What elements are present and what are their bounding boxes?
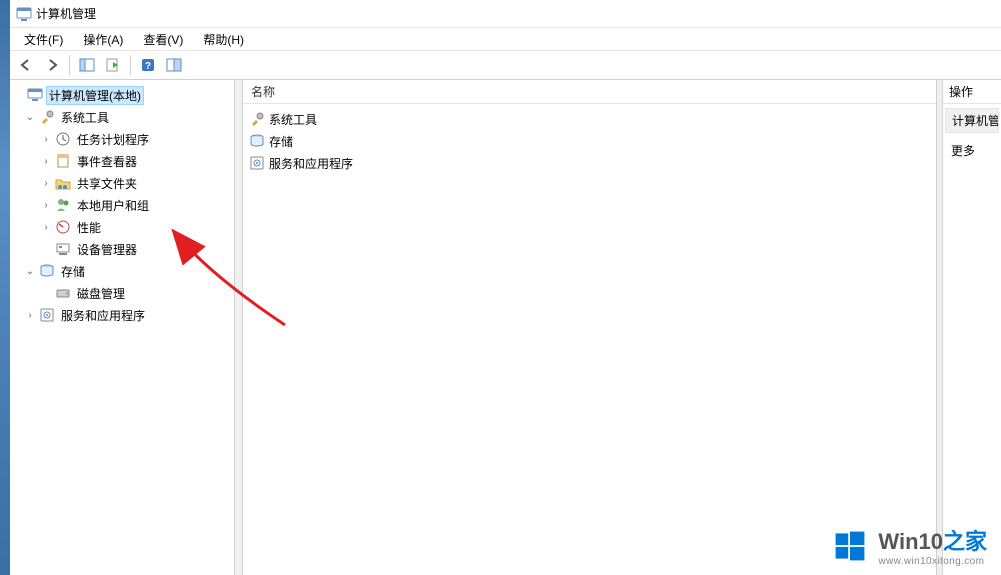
tree-event-viewer[interactable]: › 事件查看器 bbox=[10, 150, 234, 172]
window-title: 计算机管理 bbox=[36, 5, 96, 22]
menubar: 文件(F) 操作(A) 查看(V) 帮助(H) bbox=[10, 28, 1001, 50]
expander-closed-icon[interactable]: › bbox=[40, 200, 52, 211]
tree-shared-folders[interactable]: › 共享文件夹 bbox=[10, 172, 234, 194]
desktop-edge bbox=[0, 0, 10, 575]
expander-closed-icon[interactable]: › bbox=[24, 310, 36, 321]
show-hide-tree-button[interactable] bbox=[75, 53, 99, 77]
expander-closed-icon[interactable]: › bbox=[40, 134, 52, 145]
tools-icon bbox=[39, 109, 55, 125]
toolbar-separator bbox=[130, 55, 131, 75]
watermark: Win10之家 www.win10xitong.com bbox=[832, 524, 987, 567]
tree-label: 性能 bbox=[74, 218, 104, 237]
clock-icon bbox=[55, 131, 71, 147]
expander-closed-icon[interactable]: › bbox=[40, 222, 52, 233]
menu-help[interactable]: 帮助(H) bbox=[193, 29, 254, 50]
tree-label: 任务计划程序 bbox=[74, 130, 152, 149]
storage-icon bbox=[39, 263, 55, 279]
disk-icon bbox=[55, 285, 71, 301]
watermark-brand: Win10 bbox=[878, 529, 943, 554]
tree-label: 系统工具 bbox=[58, 108, 112, 127]
tree-disk-management[interactable]: 磁盘管理 bbox=[10, 282, 234, 304]
splitter[interactable] bbox=[235, 80, 243, 575]
services-icon bbox=[249, 155, 265, 171]
performance-icon bbox=[55, 219, 71, 235]
list-item-label: 系统工具 bbox=[269, 111, 317, 128]
list-item-label: 服务和应用程序 bbox=[269, 155, 353, 172]
list-column-name[interactable]: 名称 bbox=[243, 80, 936, 104]
toolbar: ? bbox=[10, 50, 1001, 80]
content-area: 计算机管理(本地) ⌄ 系统工具 › 任务计划程序 › bbox=[10, 80, 1001, 575]
toolbar-separator bbox=[69, 55, 70, 75]
expander-open-icon[interactable]: ⌄ bbox=[24, 112, 36, 123]
tree-pane[interactable]: 计算机管理(本地) ⌄ 系统工具 › 任务计划程序 › bbox=[10, 80, 235, 575]
tree-label: 本地用户和组 bbox=[74, 196, 152, 215]
back-button[interactable] bbox=[14, 53, 38, 77]
tree-performance[interactable]: › 性能 bbox=[10, 216, 234, 238]
menu-action[interactable]: 操作(A) bbox=[73, 29, 133, 50]
device-icon bbox=[55, 241, 71, 257]
export-button[interactable] bbox=[101, 53, 125, 77]
list-item[interactable]: 存储 bbox=[245, 130, 934, 152]
tree-label: 共享文件夹 bbox=[74, 174, 140, 193]
computer-management-window: 计算机管理 文件(F) 操作(A) 查看(V) 帮助(H) ? bbox=[10, 0, 1001, 575]
menu-file[interactable]: 文件(F) bbox=[14, 29, 73, 50]
expander-closed-icon[interactable]: › bbox=[40, 156, 52, 167]
app-icon bbox=[16, 6, 32, 22]
help-button[interactable]: ? bbox=[136, 53, 160, 77]
tree-device-manager[interactable]: 设备管理器 bbox=[10, 238, 234, 260]
actions-more[interactable]: 更多 bbox=[945, 139, 999, 162]
actions-heading[interactable]: 计算机管 bbox=[945, 108, 999, 133]
actions-header: 操作 bbox=[943, 80, 1001, 104]
properties-button[interactable] bbox=[162, 53, 186, 77]
tree-system-tools[interactable]: ⌄ 系统工具 bbox=[10, 106, 234, 128]
watermark-url: www.win10xitong.com bbox=[878, 556, 987, 567]
menu-view[interactable]: 查看(V) bbox=[133, 29, 193, 50]
shared-folder-icon bbox=[55, 175, 71, 191]
list-item[interactable]: 系统工具 bbox=[245, 108, 934, 130]
tree-label: 磁盘管理 bbox=[74, 284, 128, 303]
list-body: 系统工具 存储 服务和应用程序 bbox=[243, 104, 936, 178]
watermark-text: Win10之家 www.win10xitong.com bbox=[878, 524, 987, 567]
svg-text:?: ? bbox=[145, 61, 151, 72]
list-item[interactable]: 服务和应用程序 bbox=[245, 152, 934, 174]
tree-label: 设备管理器 bbox=[74, 240, 140, 259]
tree-label: 计算机管理(本地) bbox=[46, 86, 144, 105]
tree-root[interactable]: 计算机管理(本地) bbox=[10, 84, 234, 106]
services-icon bbox=[39, 307, 55, 323]
tree-label: 存储 bbox=[58, 262, 88, 281]
users-icon bbox=[55, 197, 71, 213]
tree-storage[interactable]: ⌄ 存储 bbox=[10, 260, 234, 282]
watermark-suffix: 之家 bbox=[943, 529, 987, 554]
titlebar: 计算机管理 bbox=[10, 0, 1001, 28]
tree-local-users-groups[interactable]: › 本地用户和组 bbox=[10, 194, 234, 216]
tree-task-scheduler[interactable]: › 任务计划程序 bbox=[10, 128, 234, 150]
list-pane: 名称 系统工具 存储 服务 bbox=[243, 80, 937, 575]
windows-logo-icon bbox=[832, 528, 868, 564]
event-log-icon bbox=[55, 153, 71, 169]
list-item-label: 存储 bbox=[269, 133, 293, 150]
tree-services-apps[interactable]: › 服务和应用程序 bbox=[10, 304, 234, 326]
storage-icon bbox=[249, 133, 265, 149]
actions-body: 计算机管 更多 bbox=[943, 104, 1001, 166]
forward-button[interactable] bbox=[40, 53, 64, 77]
expander-closed-icon[interactable]: › bbox=[40, 178, 52, 189]
tools-icon bbox=[249, 111, 265, 127]
expander-open-icon[interactable]: ⌄ bbox=[24, 266, 36, 277]
actions-pane: 操作 计算机管 更多 bbox=[943, 80, 1001, 575]
computer-icon bbox=[27, 87, 43, 103]
tree-label: 事件查看器 bbox=[74, 152, 140, 171]
tree-label: 服务和应用程序 bbox=[58, 306, 148, 325]
